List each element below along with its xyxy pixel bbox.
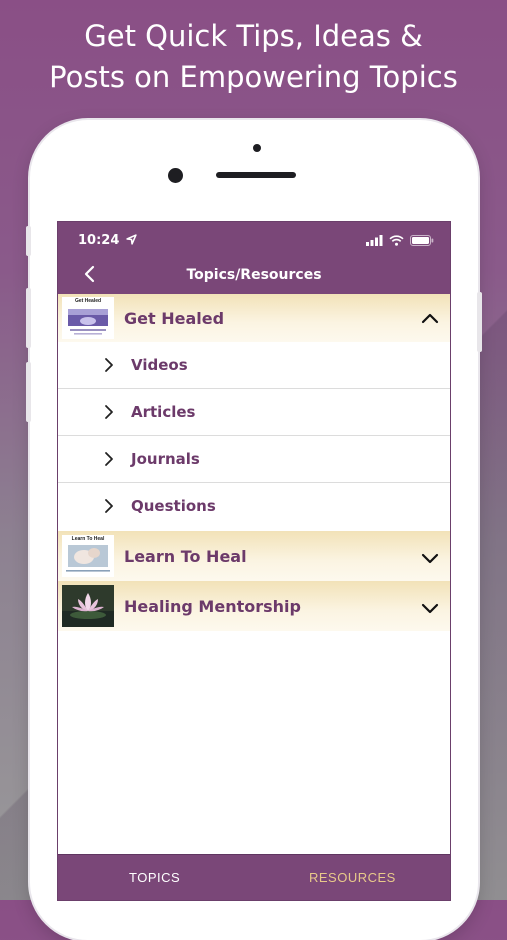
topic-thumbnail-learn-to-heal: Learn To Heal [62,535,114,577]
phone-volume-up-button [26,288,31,348]
status-time-text: 10:24 [78,233,120,248]
topic-learn-to-heal[interactable]: Learn To Heal Learn To Heal [58,531,450,581]
phone-power-button [477,292,482,352]
headline-line-1: Get Quick Tips, Ideas & [84,19,423,53]
sub-item-journals[interactable]: Journals [58,436,450,483]
app-screen: 10:24 Topics/Resources Get Healed Get He… [58,222,450,900]
topic-get-healed[interactable]: Get Healed Get Healed [58,294,450,342]
battery-icon [410,234,434,246]
sub-item-label: Videos [131,356,188,374]
topic-label: Get Healed [124,309,225,328]
tab-topics[interactable]: TOPICS [129,870,180,885]
sub-item-label: Articles [131,403,196,421]
promo-headline: Get Quick Tips, Ideas & Posts on Empower… [0,16,507,98]
topic-thumbnail-get-healed: Get Healed [62,297,114,339]
sub-item-videos[interactable]: Videos [58,342,450,389]
topic-thumbnail-healing-mentorship [62,585,114,627]
signal-icon [366,234,383,246]
chevron-right-icon [105,499,113,513]
topic-healing-mentorship[interactable]: Healing Mentorship [58,581,450,631]
headline-line-2: Posts on Empowering Topics [49,60,458,94]
chevron-right-icon [105,405,113,419]
lotus-flower-image [62,585,114,627]
thumbnail-caption-learn-to-heal: Learn To Heal [71,536,105,542]
chevron-down-icon[interactable] [420,548,440,568]
phone-speaker [216,172,296,178]
topic-label: Learn To Heal [124,547,247,566]
sub-item-label: Journals [131,450,200,468]
app-header: 10:24 Topics/Resources [58,222,450,294]
status-icons [366,234,434,246]
wifi-icon [389,234,404,246]
topic-label: Healing Mentorship [124,597,301,616]
phone-sensor [253,144,261,152]
sub-item-questions[interactable]: Questions [58,483,450,530]
phone-side-button [26,226,31,256]
sub-item-articles[interactable]: Articles [58,389,450,436]
chevron-right-icon [105,452,113,466]
chevron-down-icon[interactable] [420,598,440,618]
location-arrow-icon [126,234,137,245]
page-title: Topics/Resources [186,267,322,283]
sub-item-label: Questions [131,497,216,515]
front-camera [168,168,183,183]
tab-resources[interactable]: RESOURCES [309,870,396,885]
chevron-right-icon [105,358,113,372]
chevron-up-icon[interactable] [420,309,440,329]
status-time: 10:24 [78,233,137,248]
thumbnail-caption-get-healed: Get Healed [74,298,102,304]
phone-volume-down-button [26,362,31,422]
bottom-tab-bar: TOPICS RESOURCES [58,854,450,900]
